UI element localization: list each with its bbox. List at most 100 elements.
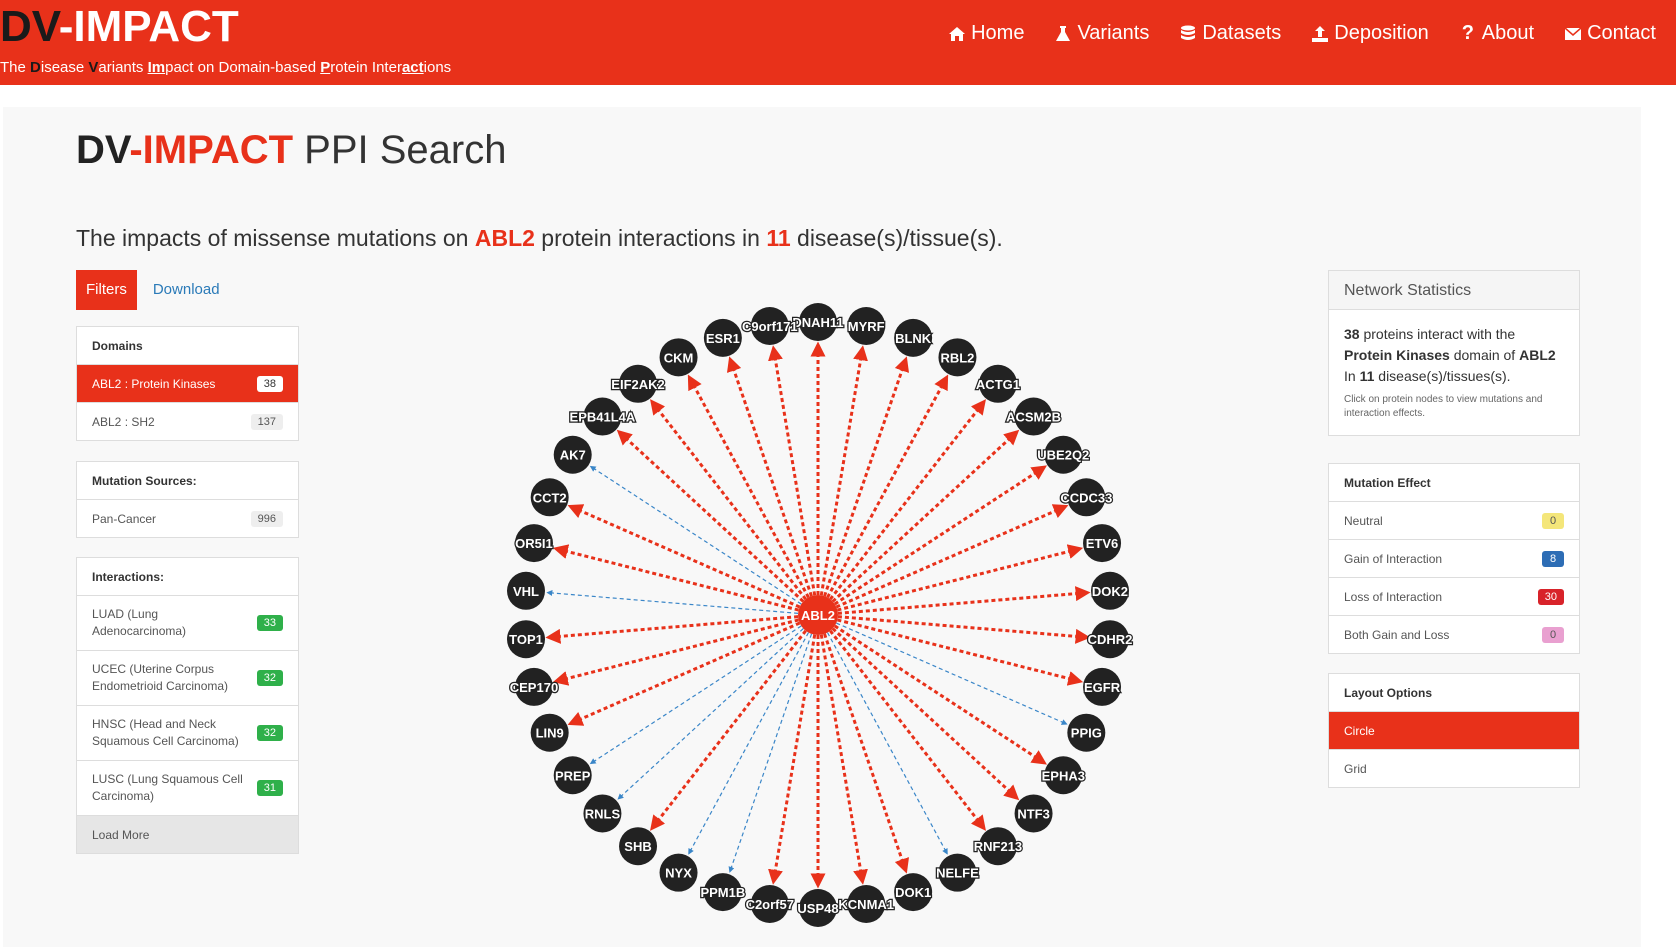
node-ckm[interactable]: CKM <box>659 338 698 377</box>
domain-item-sh2[interactable]: ABL2 : SH2 137 <box>77 403 298 440</box>
load-more-button[interactable]: Load More <box>77 816 298 853</box>
nav-home[interactable]: Home <box>948 22 1024 45</box>
layout-circle-option[interactable]: Circle <box>1329 712 1579 750</box>
edge-egfr <box>837 618 1084 686</box>
node-blnk[interactable]: BLNK <box>894 318 933 357</box>
question-icon: ? <box>1461 22 1474 44</box>
disease-count: 11 <box>766 225 791 251</box>
layout-options-heading: Layout Options <box>1329 674 1579 712</box>
node-myrf[interactable]: MYRF <box>847 306 886 345</box>
node-kcnma1[interactable]: KCNMA1 <box>837 885 895 924</box>
effect-count-badge: 30 <box>1537 588 1564 605</box>
envelope-icon <box>1564 25 1582 43</box>
domain-label: ABL2 : Protein Kinases <box>92 376 216 391</box>
node-label: PPIG <box>1071 726 1102 741</box>
node-vhl[interactable]: VHL <box>507 571 546 610</box>
tab-filters[interactable]: Filters <box>76 270 137 310</box>
nav-about[interactable]: ? About <box>1459 22 1534 45</box>
node-ppm1b[interactable]: PPM1B <box>699 873 747 912</box>
node-center-abl2[interactable]: ABL2 <box>798 595 838 635</box>
source-item-pan-cancer[interactable]: Pan-Cancer 996 <box>77 500 298 537</box>
node-acsm2b[interactable]: ACSM2B <box>1005 397 1062 436</box>
effect-item-neutral[interactable]: Neutral 0 <box>1329 502 1579 540</box>
node-label: ESR1 <box>706 331 740 346</box>
node-label: NYX <box>665 866 692 881</box>
interactions-heading: Interactions: <box>77 558 298 596</box>
node-label: EPHA3 <box>1042 768 1085 783</box>
node-label: USP48 <box>797 901 838 916</box>
layout-grid-option[interactable]: Grid <box>1329 750 1579 787</box>
center-node-label: ABL2 <box>801 608 835 623</box>
domain-item-protein-kinases[interactable]: ABL2 : Protein Kinases 38 <box>77 365 298 403</box>
node-rnf213[interactable]: RNF213 <box>973 827 1023 866</box>
node-rbl2[interactable]: RBL2 <box>938 338 977 377</box>
mutation-effect-panel: Mutation Effect Neutral 0 Gain of Intera… <box>1328 463 1580 654</box>
node-prep[interactable]: PREP <box>553 756 592 795</box>
node-top1[interactable]: TOP1 <box>507 620 546 659</box>
node-label: DOK2 <box>1092 584 1128 599</box>
node-epha3[interactable]: EPHA3 <box>1040 756 1086 795</box>
node-egfr[interactable]: EGFR <box>1083 667 1122 706</box>
network-statistics-note: Click on protein nodes to view mutations… <box>1344 394 1543 419</box>
node-label: C9orf171 <box>742 319 798 334</box>
node-label: OR5I1 <box>515 536 553 551</box>
node-ak7[interactable]: AK7 <box>553 435 592 474</box>
edge-acsm2b <box>831 429 1020 603</box>
nav-deposition[interactable]: Deposition <box>1311 22 1429 45</box>
effect-item-loss[interactable]: Loss of Interaction 30 <box>1329 578 1579 616</box>
domain-label: ABL2 : SH2 <box>92 414 155 429</box>
node-rnls[interactable]: RNLS <box>583 794 622 833</box>
node-label: SHB <box>624 839 651 854</box>
side-tabs: Filters Download <box>76 270 230 310</box>
node-label: RNF213 <box>974 839 1022 854</box>
node-actg1[interactable]: ACTG1 <box>975 364 1021 403</box>
node-ntf3[interactable]: NTF3 <box>1014 794 1053 833</box>
nav-variants[interactable]: Variants <box>1054 22 1149 45</box>
node-ccdc33[interactable]: CCDC33 <box>1059 478 1114 517</box>
node-lin9[interactable]: LIN9 <box>530 713 569 752</box>
node-usp48[interactable]: USP48 <box>796 889 840 927</box>
node-esr1[interactable]: ESR1 <box>703 318 742 357</box>
network-statistics-body: 38 proteins interact with the Protein Ki… <box>1329 310 1579 435</box>
node-etv6[interactable]: ETV6 <box>1083 524 1122 563</box>
edge-epb41l4a <box>616 429 805 603</box>
node-shb[interactable]: SHB <box>619 827 658 866</box>
node-eif2ak2[interactable]: EIF2AK2 <box>610 364 666 403</box>
nav-datasets[interactable]: Datasets <box>1179 22 1281 45</box>
domains-heading: Domains <box>77 327 298 365</box>
brand-logo[interactable]: DV-IMPACT <box>0 2 239 52</box>
nav-about-label: About <box>1481 22 1535 44</box>
edge-cct2 <box>567 504 801 609</box>
interaction-item-lusc[interactable]: LUSC (Lung Squamous Cell Carcinoma) 31 <box>77 761 298 816</box>
effect-item-both[interactable]: Both Gain and Loss 0 <box>1329 616 1579 653</box>
interaction-item-hnsc[interactable]: HNSC (Head and Neck Squamous Cell Carcino… <box>77 706 298 761</box>
node-cdhr2[interactable]: CDHR2 <box>1086 620 1134 659</box>
node-c2orf57[interactable]: C2orf57 <box>744 885 795 924</box>
node-cct2[interactable]: CCT2 <box>530 478 569 517</box>
node-epb41l4a[interactable]: EPB41L4A <box>568 397 637 436</box>
node-label: AK7 <box>560 448 586 463</box>
mutation-effect-heading: Mutation Effect <box>1329 464 1579 502</box>
node-dnah11[interactable]: DNAH11 <box>791 303 845 341</box>
effect-item-gain[interactable]: Gain of Interaction 8 <box>1329 540 1579 578</box>
protein-name: ABL2 <box>474 225 535 251</box>
node-or5i1[interactable]: OR5I1 <box>514 524 554 563</box>
node-cep170[interactable]: CEP170 <box>509 667 559 706</box>
node-c9orf171[interactable]: C9orf171 <box>741 306 799 345</box>
edge-cep170 <box>552 618 799 686</box>
effect-label: Neutral <box>1344 513 1383 528</box>
nav-contact[interactable]: Contact <box>1564 22 1656 45</box>
interaction-item-luad[interactable]: LUAD (Lung Adenocarcinoma) 33 <box>77 596 298 651</box>
edge-ntf3 <box>831 627 1020 801</box>
node-ube2q2[interactable]: UBE2Q2 <box>1036 435 1091 474</box>
edge-ppm1b <box>728 633 813 873</box>
tab-download[interactable]: Download <box>137 270 230 310</box>
node-nyx[interactable]: NYX <box>659 853 698 892</box>
edge-kcnma1 <box>819 634 868 885</box>
interaction-item-ucec[interactable]: UCEC (Uterine Corpus Endometrioid Carcino… <box>77 651 298 706</box>
node-ppig[interactable]: PPIG <box>1067 713 1106 752</box>
node-dok2[interactable]: DOK2 <box>1091 571 1129 610</box>
nav-variants-label: Variants <box>1077 22 1150 44</box>
node-dok1[interactable]: DOK1 <box>894 873 932 912</box>
node-nelfe[interactable]: NELFE <box>935 853 980 892</box>
